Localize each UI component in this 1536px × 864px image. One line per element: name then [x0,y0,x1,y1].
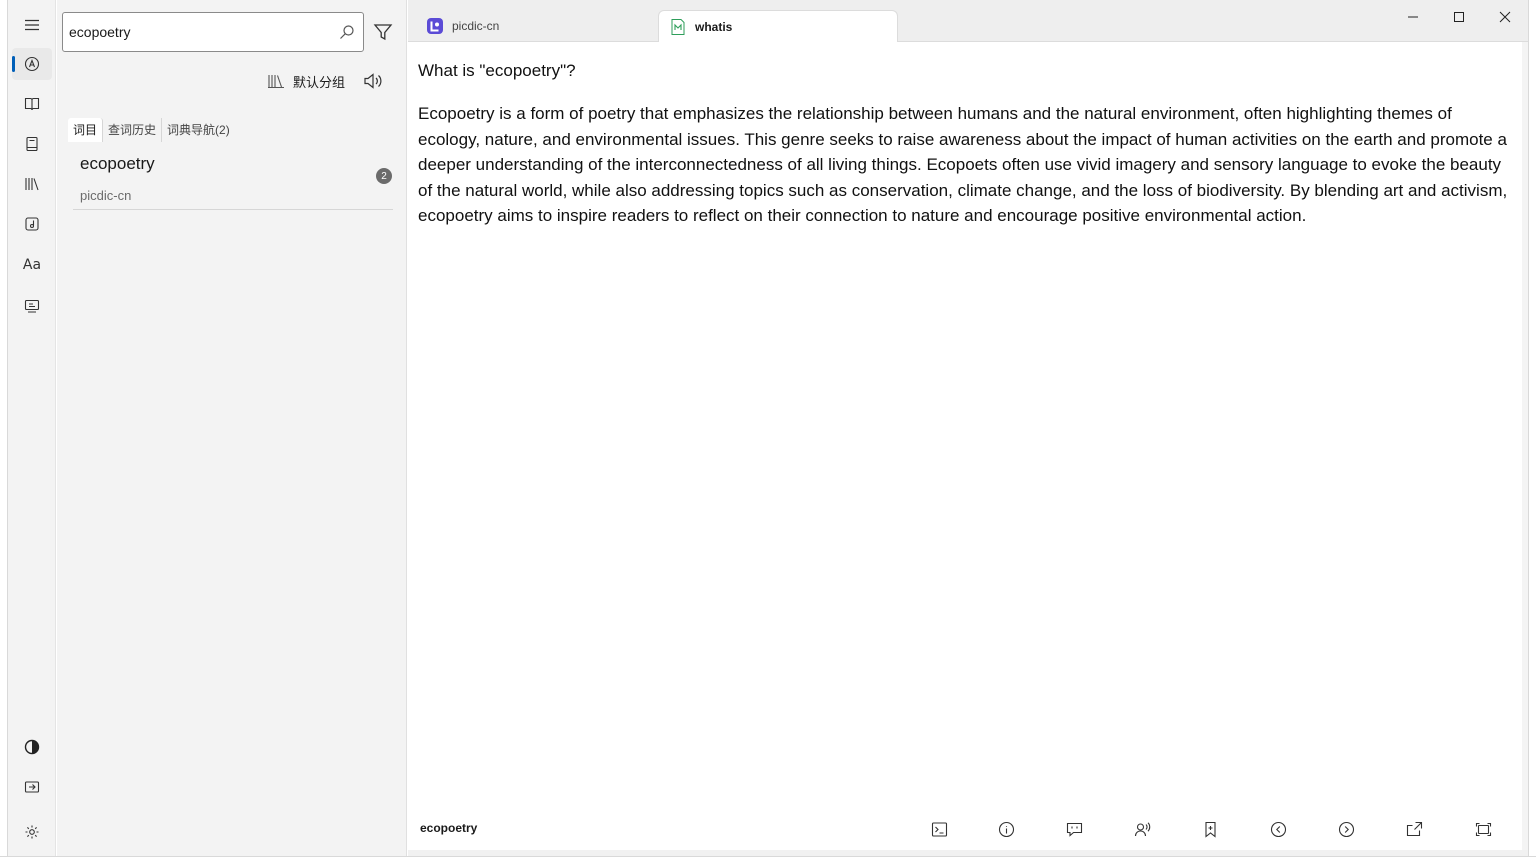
voice-icon [1134,821,1150,836]
comment-button[interactable] [1063,818,1085,840]
console-button[interactable] [928,818,950,840]
gear-icon [25,825,39,839]
nav-wordbook-button[interactable] [12,128,52,160]
pronounce-button[interactable] [362,70,384,92]
close-button[interactable] [1482,4,1528,30]
menu-icon[interactable] [12,9,52,41]
open-external-button[interactable] [1403,818,1425,840]
nav-font-button[interactable]: Aa [12,249,52,281]
nav-screen-button[interactable] [12,290,52,322]
tab-bar: picdic-cn whatis [408,0,1528,42]
page-title: What is "ecopoetry"? [418,61,576,80]
music-note-icon [25,217,39,231]
speaker-icon [364,73,382,89]
tab-entries[interactable]: 词目 [68,118,104,142]
close-icon [1499,11,1511,23]
back-button[interactable] [1267,818,1289,840]
settings-button[interactable] [12,816,52,848]
bookmark-icon [1204,821,1216,838]
result-word: ecopoetry [80,154,155,173]
fullscreen-button[interactable] [1472,818,1494,840]
forward-button[interactable] [1335,818,1357,840]
nav-lookup-button[interactable] [12,48,52,80]
books-icon [268,75,284,89]
console-icon [931,821,947,837]
notebook-icon [26,136,38,152]
nav-library-button[interactable] [12,168,52,200]
book-open-icon [24,97,40,111]
info-icon [998,821,1014,837]
bottom-toolbar: ecopoetry [408,813,1522,850]
tab-picdic-cn[interactable]: picdic-cn [416,10,656,42]
search-input[interactable] [69,21,329,43]
arrow-left-icon [1270,821,1286,837]
group-label: 默认分组 [293,74,346,90]
filter-button[interactable] [371,20,395,44]
window-right-edge [1528,0,1536,864]
fullscreen-icon [1475,822,1491,836]
minimize-button[interactable] [1390,4,1436,30]
group-selector[interactable]: 默认分组 [267,70,345,92]
bookmark-button[interactable] [1199,818,1221,840]
search-icon[interactable] [339,24,355,40]
lookup-icon [24,56,40,72]
tab-history[interactable]: 查词历史 [103,118,163,142]
float-window-button[interactable] [12,771,52,803]
external-link-icon [1406,821,1422,836]
voice-button[interactable] [1131,818,1153,840]
info-button[interactable] [995,818,1017,840]
panel-tabs: 词目 查词历史 词典导航(2) [68,118,235,142]
theme-toggle-button[interactable] [12,731,52,763]
minimize-icon [1408,16,1418,18]
picdic-logo-icon [427,18,443,34]
tab-whatis[interactable]: whatis [658,10,898,42]
list-item[interactable]: ecopoetry picdic-cn 2 [73,146,393,210]
window-left-edge [0,0,8,864]
markdown-doc-icon [671,18,685,35]
contrast-icon [24,739,40,755]
search-panel: 默认分组 词目 查词历史 词典导航(2) ecopoetry picdic-cn… [57,0,407,856]
maximize-button[interactable] [1436,4,1482,30]
result-count-badge: 2 [376,168,392,184]
nav-rail: Aa [8,0,56,856]
nav-audio-button[interactable] [12,208,52,240]
tab-label: picdic-cn [452,19,500,33]
nav-dictionary-button[interactable] [12,88,52,120]
definition-text: Ecopoetry is a form of poetry that empha… [418,104,1508,226]
active-indicator [12,56,15,72]
font-icon: Aa [22,257,42,273]
window-arrow-icon [24,781,40,793]
filter-icon [373,24,393,41]
current-word: ecopoetry [420,821,478,835]
tab-dict-nav[interactable]: 词典导航(2) [162,118,235,142]
library-icon [25,178,39,191]
tab-label: whatis [695,19,733,34]
maximize-icon [1454,12,1464,22]
screen-icon [24,299,40,313]
search-box [62,12,364,52]
result-dict: picdic-cn [80,188,132,203]
window-bottom-edge [0,856,1536,864]
definition-view: What is "ecopoetry"? Ecopoetry is a form… [408,43,1522,813]
arrow-right-icon [1338,821,1354,837]
comment-icon [1066,822,1082,837]
